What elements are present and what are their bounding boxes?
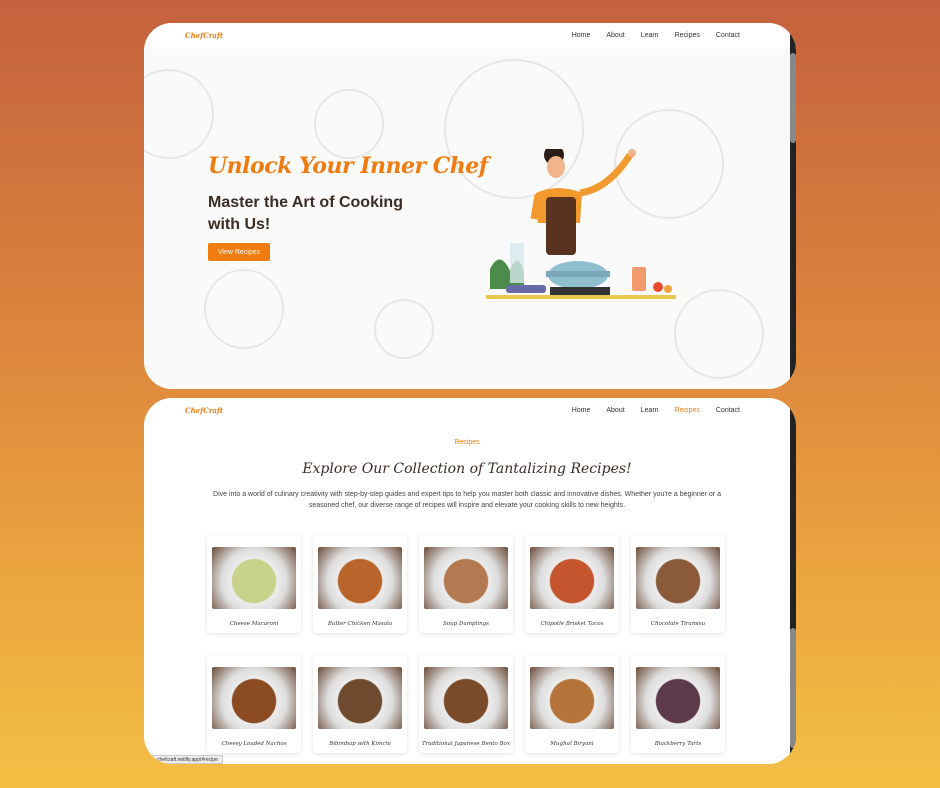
doodle-decoration <box>674 289 764 379</box>
scroll-thumb[interactable] <box>790 53 796 143</box>
browser-window-recipes: ChefCraft Home About Learn Recipes Conta… <box>144 398 796 764</box>
recipe-name[interactable]: Traditional Japanese Bento Box <box>419 741 513 747</box>
recipes-section: Recipes Explore Our Collection of Tantal… <box>144 424 790 764</box>
recipe-image[interactable] <box>424 667 508 729</box>
scroll-thumb[interactable] <box>790 628 796 748</box>
status-bar-url: chefcraft.netlify.app/#recipe <box>152 755 223 764</box>
scrollbar[interactable] <box>790 23 796 389</box>
recipe-name[interactable]: Chocolate Tiramisu <box>631 621 725 627</box>
recipe-image[interactable] <box>636 667 720 729</box>
recipe-name[interactable]: Bibimbap with Kimchi <box>313 741 407 747</box>
recipe-card[interactable]: Traditional Japanese Bento Box <box>419 655 513 753</box>
recipe-image[interactable] <box>318 547 402 609</box>
doodle-decoration <box>204 269 284 349</box>
recipe-card[interactable]: Cheesy Loaded Nachos <box>207 655 301 753</box>
recipe-image[interactable] <box>530 547 614 609</box>
recipe-image[interactable] <box>636 547 720 609</box>
recipe-image[interactable] <box>212 547 296 609</box>
nav-contact[interactable]: Contact <box>716 407 740 414</box>
logo[interactable]: ChefCraft <box>185 31 223 40</box>
recipe-name[interactable]: Chipotle Brisket Tacos <box>525 621 619 627</box>
recipe-name[interactable]: Cheese Macaroni <box>207 621 301 627</box>
nav-links: Home About Learn Recipes Contact <box>572 407 740 414</box>
chef-illustration <box>486 149 676 299</box>
recipe-grid: Cheese Macaroni Butter Chicken Masala Soup… <box>207 535 725 753</box>
nav-about[interactable]: About <box>606 407 624 414</box>
nav-about[interactable]: About <box>606 32 624 39</box>
recipe-name[interactable]: Soup Dumplings <box>419 621 513 627</box>
browser-window-hero: ChefCraft Home About Learn Recipes Conta… <box>144 23 796 389</box>
nav-learn[interactable]: Learn <box>641 32 659 39</box>
nav-links: Home About Learn Recipes Contact <box>572 32 740 39</box>
recipe-image[interactable] <box>318 667 402 729</box>
recipe-card[interactable]: Mughal Biryani <box>525 655 619 753</box>
hero-title: Unlock Your Inner Chef <box>208 153 488 179</box>
doodle-decoration <box>144 69 214 159</box>
recipe-name[interactable]: Blackberry Tarts <box>631 741 725 747</box>
navbar: ChefCraft Home About Learn Recipes Conta… <box>144 398 790 424</box>
logo[interactable]: ChefCraft <box>185 406 223 415</box>
section-eyebrow: Recipes <box>454 439 480 446</box>
recipe-image[interactable] <box>530 667 614 729</box>
section-title: Explore Our Collection of Tantalizing Re… <box>302 461 632 477</box>
nav-contact[interactable]: Contact <box>716 32 740 39</box>
doodle-decoration <box>374 299 434 359</box>
recipe-name[interactable]: Cheesy Loaded Nachos <box>207 741 301 747</box>
recipe-card[interactable]: Cheese Macaroni <box>207 535 301 633</box>
recipe-name[interactable]: Mughal Biryani <box>525 741 619 747</box>
hero-section: Unlock Your Inner Chef Master the Art of… <box>144 49 790 389</box>
view-recipes-button[interactable]: View Recipes <box>208 243 270 261</box>
recipe-image[interactable] <box>212 667 296 729</box>
recipe-card[interactable]: Soup Dumplings <box>419 535 513 633</box>
nav-home[interactable]: Home <box>572 407 591 414</box>
recipe-card[interactable]: Chipotle Brisket Tacos <box>525 535 619 633</box>
hero-subtitle: Master the Art of Cooking with Us! <box>208 194 403 233</box>
nav-home[interactable]: Home <box>572 32 591 39</box>
nav-recipes[interactable]: Recipes <box>675 407 700 414</box>
doodle-decoration <box>314 89 384 159</box>
section-description: Dive into a world of culinary creativity… <box>213 491 721 509</box>
navbar: ChefCraft Home About Learn Recipes Conta… <box>144 23 790 49</box>
nav-recipes[interactable]: Recipes <box>675 32 700 39</box>
recipe-card[interactable]: Blackberry Tarts <box>631 655 725 753</box>
recipe-name[interactable]: Butter Chicken Masala <box>313 621 407 627</box>
recipe-image[interactable] <box>424 547 508 609</box>
recipe-card[interactable]: Bibimbap with Kimchi <box>313 655 407 753</box>
scrollbar[interactable] <box>790 398 796 764</box>
nav-learn[interactable]: Learn <box>641 407 659 414</box>
recipe-card[interactable]: Chocolate Tiramisu <box>631 535 725 633</box>
recipe-card[interactable]: Butter Chicken Masala <box>313 535 407 633</box>
